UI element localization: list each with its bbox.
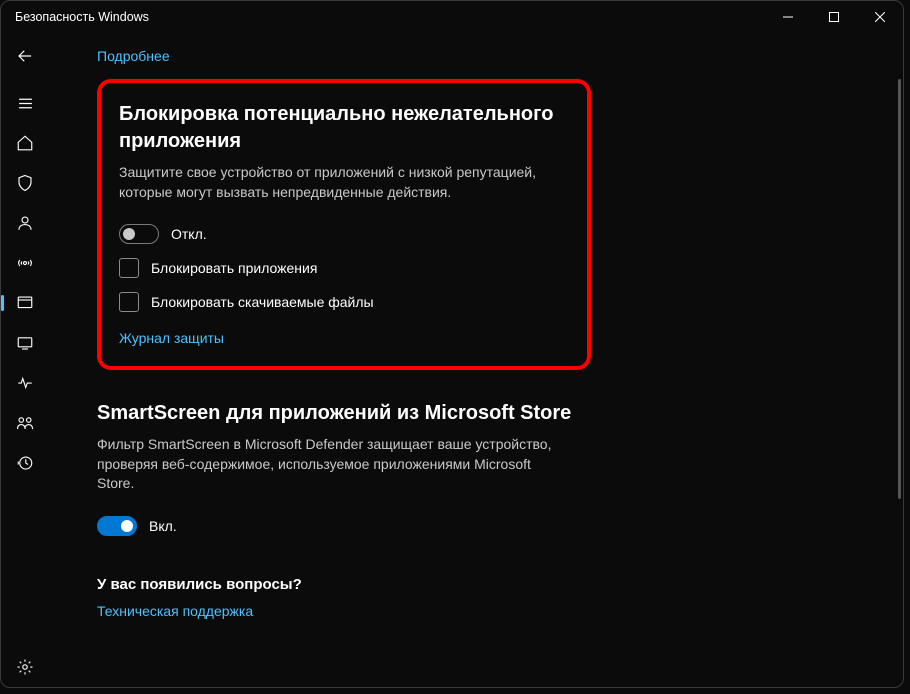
content-area: Блокировка потенциально нежелательного п… (49, 79, 903, 687)
tech-support-link[interactable]: Техническая поддержка (97, 603, 253, 619)
pua-title: Блокировка потенциально нежелательного п… (119, 101, 567, 155)
pua-toggle[interactable] (119, 224, 159, 244)
block-apps-label: Блокировать приложения (151, 260, 317, 276)
block-apps-checkbox[interactable] (119, 258, 139, 278)
smartscreen-section: SmartScreen для приложений из Microsoft … (97, 400, 591, 536)
questions-title: У вас появились вопросы? (97, 576, 591, 593)
minimize-button[interactable] (765, 1, 811, 33)
more-info-link[interactable]: Подробнее (97, 48, 170, 64)
smartscreen-toggle-label: Вкл. (149, 518, 177, 534)
close-button[interactable] (857, 1, 903, 33)
block-downloads-checkbox[interactable] (119, 292, 139, 312)
titlebar: Безопасность Windows (1, 1, 903, 33)
window-title: Безопасность Windows (15, 10, 149, 24)
sidebar (1, 79, 49, 687)
maximize-button[interactable] (811, 1, 857, 33)
nav-protection-history[interactable] (1, 443, 49, 483)
nav-family-options[interactable] (1, 403, 49, 443)
block-downloads-label: Блокировать скачиваемые файлы (151, 294, 374, 310)
pua-description: Защитите свое устройство от приложений с… (119, 163, 567, 202)
questions-section: У вас появились вопросы? Техническая под… (97, 576, 591, 621)
nav-device-security[interactable] (1, 323, 49, 363)
back-button[interactable] (1, 33, 49, 79)
nav-account-protection[interactable] (1, 203, 49, 243)
top-row: Подробнее (1, 33, 903, 79)
pua-toggle-label: Откл. (171, 226, 207, 242)
nav-virus-protection[interactable] (1, 163, 49, 203)
smartscreen-description: Фильтр SmartScreen в Microsoft Defender … (97, 435, 557, 494)
highlighted-section: Блокировка потенциально нежелательного п… (97, 79, 591, 370)
smartscreen-title: SmartScreen для приложений из Microsoft … (97, 400, 591, 427)
nav-firewall[interactable] (1, 243, 49, 283)
nav-settings[interactable] (1, 647, 49, 687)
menu-button[interactable] (1, 83, 49, 123)
scrollbar-thumb[interactable] (898, 79, 901, 499)
smartscreen-toggle[interactable] (97, 516, 137, 536)
nav-device-performance[interactable] (1, 363, 49, 403)
protection-history-link[interactable]: Журнал защиты (119, 330, 224, 346)
scrollbar[interactable] (898, 79, 901, 687)
window-controls (765, 1, 903, 33)
nav-home[interactable] (1, 123, 49, 163)
nav-app-browser-control[interactable] (1, 283, 49, 323)
window-frame: Безопасность Windows Подробнее (0, 0, 904, 688)
